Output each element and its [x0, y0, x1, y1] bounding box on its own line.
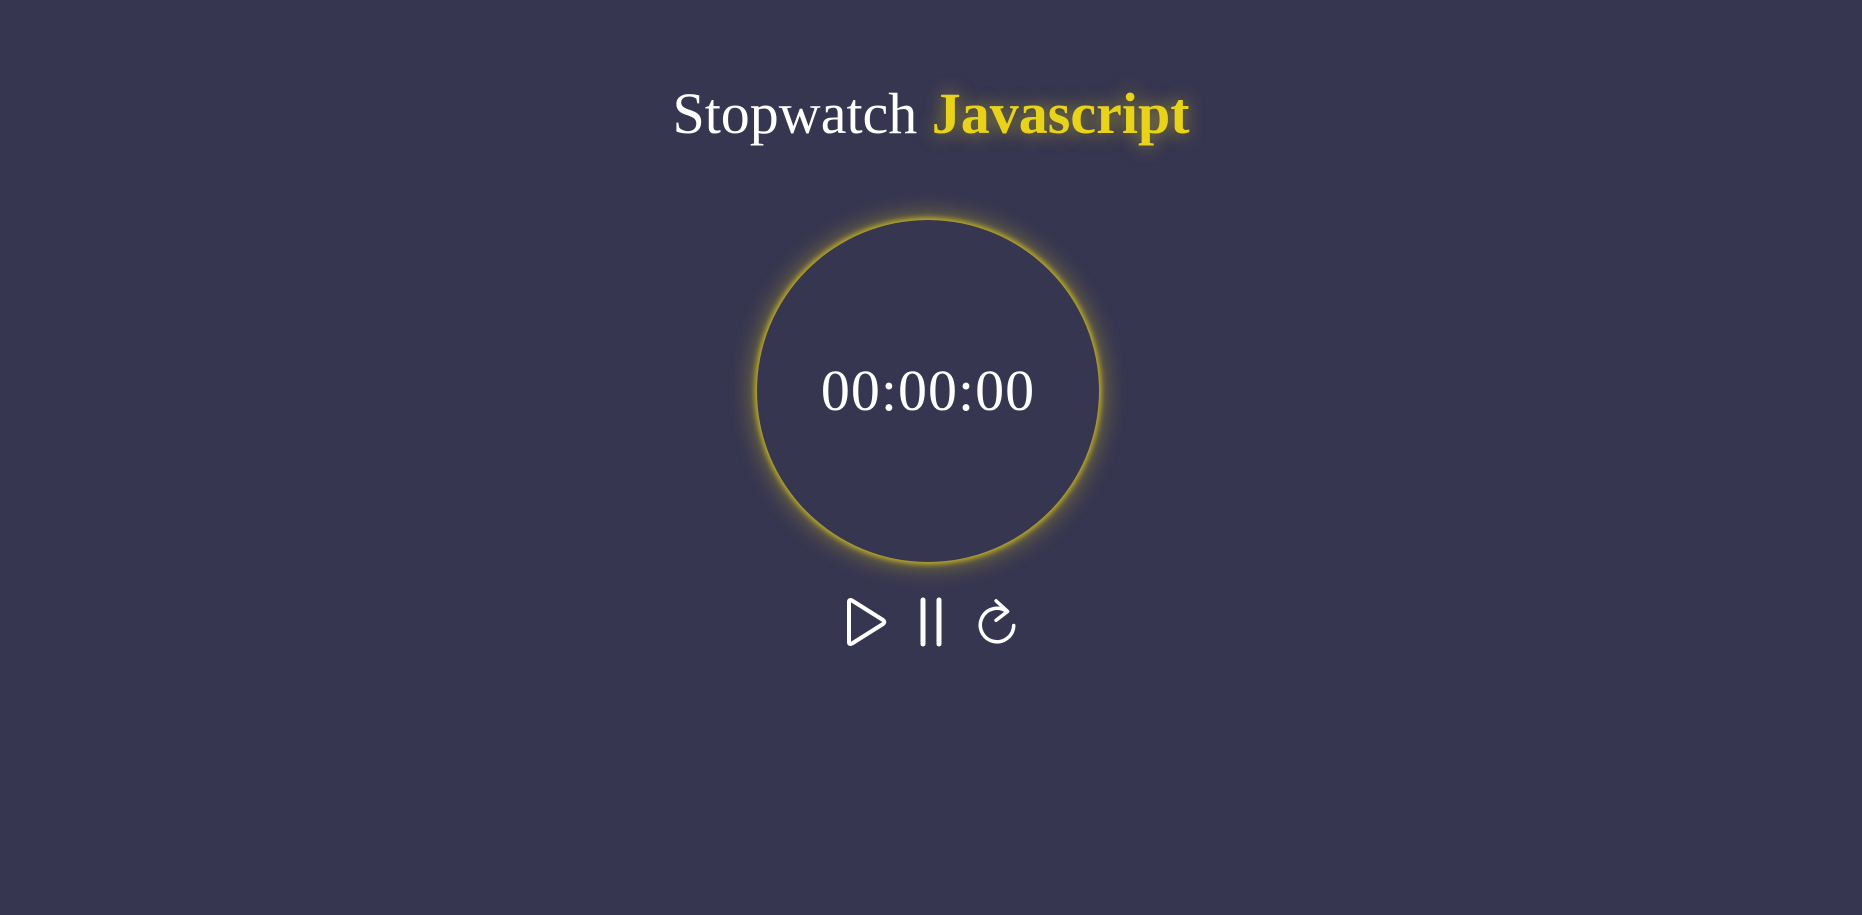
- time-display: 00:00:00: [820, 358, 1036, 423]
- stopwatch-dial: 00:00:00: [757, 220, 1099, 562]
- pause-button[interactable]: [909, 594, 953, 650]
- reset-button[interactable]: [975, 594, 1019, 650]
- reset-icon: [978, 599, 1016, 644]
- play-icon: [847, 598, 887, 646]
- title-accent: Javascript: [931, 81, 1190, 146]
- play-button[interactable]: [843, 594, 887, 650]
- pause-icon: [920, 597, 942, 647]
- stopwatch-page: Stopwatch Javascript 00:00:00: [0, 0, 1862, 915]
- stopwatch-controls: [0, 594, 1862, 650]
- title-plain: Stopwatch: [672, 81, 918, 146]
- page-title: Stopwatch Javascript: [0, 78, 1862, 150]
